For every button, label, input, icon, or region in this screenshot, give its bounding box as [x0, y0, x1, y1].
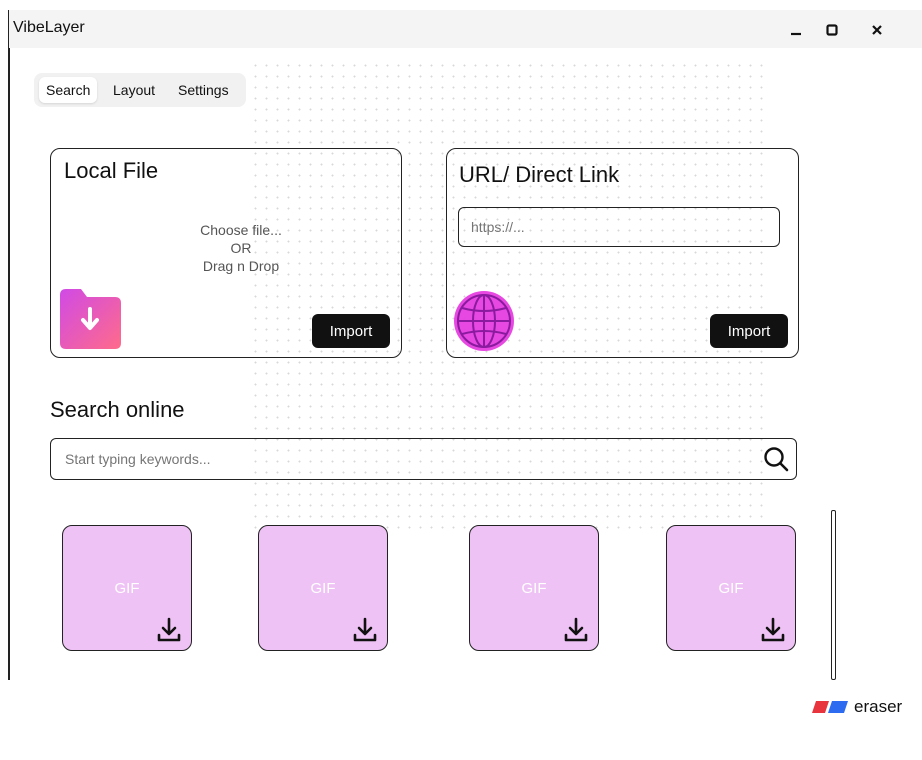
file-dropzone[interactable]: Choose file... OR Drag n Drop: [161, 221, 321, 275]
search-icon[interactable]: [762, 445, 790, 473]
maximize-icon: [826, 24, 838, 36]
eraser-watermark: eraser: [812, 697, 902, 717]
gif-result-card[interactable]: GIF: [469, 525, 599, 651]
folder-download-icon: [60, 289, 121, 349]
gif-result-card[interactable]: GIF: [258, 525, 388, 651]
download-icon[interactable]: [155, 616, 183, 644]
dropzone-choose-text: Choose file...: [200, 222, 282, 238]
tab-settings[interactable]: Settings: [171, 77, 236, 103]
gif-result-card[interactable]: GIF: [666, 525, 796, 651]
tab-search[interactable]: Search: [39, 77, 98, 103]
gif-label: GIF: [114, 580, 140, 597]
url-import-button[interactable]: Import: [710, 314, 788, 348]
url-input[interactable]: [458, 207, 780, 247]
close-icon: [872, 25, 882, 35]
gif-result-card[interactable]: GIF: [62, 525, 192, 651]
download-icon[interactable]: [562, 616, 590, 644]
minimize-button[interactable]: [784, 18, 808, 42]
title-bar: VibeLayer: [9, 10, 922, 48]
download-icon[interactable]: [759, 616, 787, 644]
gif-label: GIF: [521, 580, 547, 597]
url-link-title: URL/ Direct Link: [459, 162, 620, 187]
close-button[interactable]: [865, 18, 889, 42]
dropzone-drag-text: Drag n Drop: [202, 258, 280, 274]
search-online-title: Search online: [50, 397, 185, 422]
window-frame: [8, 10, 10, 680]
tab-bar: Search Layout Settings: [34, 73, 246, 107]
eraser-logo-icon: [812, 701, 848, 713]
results-scrollbar[interactable]: [831, 510, 836, 680]
eraser-brand-label: eraser: [854, 697, 903, 716]
tab-layout[interactable]: Layout: [106, 77, 162, 103]
dropzone-or-text: OR: [230, 240, 252, 256]
minimize-icon: [791, 32, 801, 36]
search-input[interactable]: [63, 439, 747, 479]
local-import-button[interactable]: Import: [312, 314, 390, 348]
maximize-button[interactable]: [820, 18, 844, 42]
gif-label: GIF: [310, 580, 336, 597]
local-file-card: Local File Choose file... OR Drag n Drop…: [50, 148, 402, 358]
globe-icon: [454, 291, 514, 351]
download-icon[interactable]: [351, 616, 379, 644]
search-bar: [50, 438, 797, 480]
gif-label: GIF: [718, 580, 744, 597]
local-file-title: Local File: [64, 158, 159, 183]
app-title: VibeLayer: [13, 19, 85, 36]
url-link-card: URL/ Direct Link Import: [446, 148, 799, 358]
